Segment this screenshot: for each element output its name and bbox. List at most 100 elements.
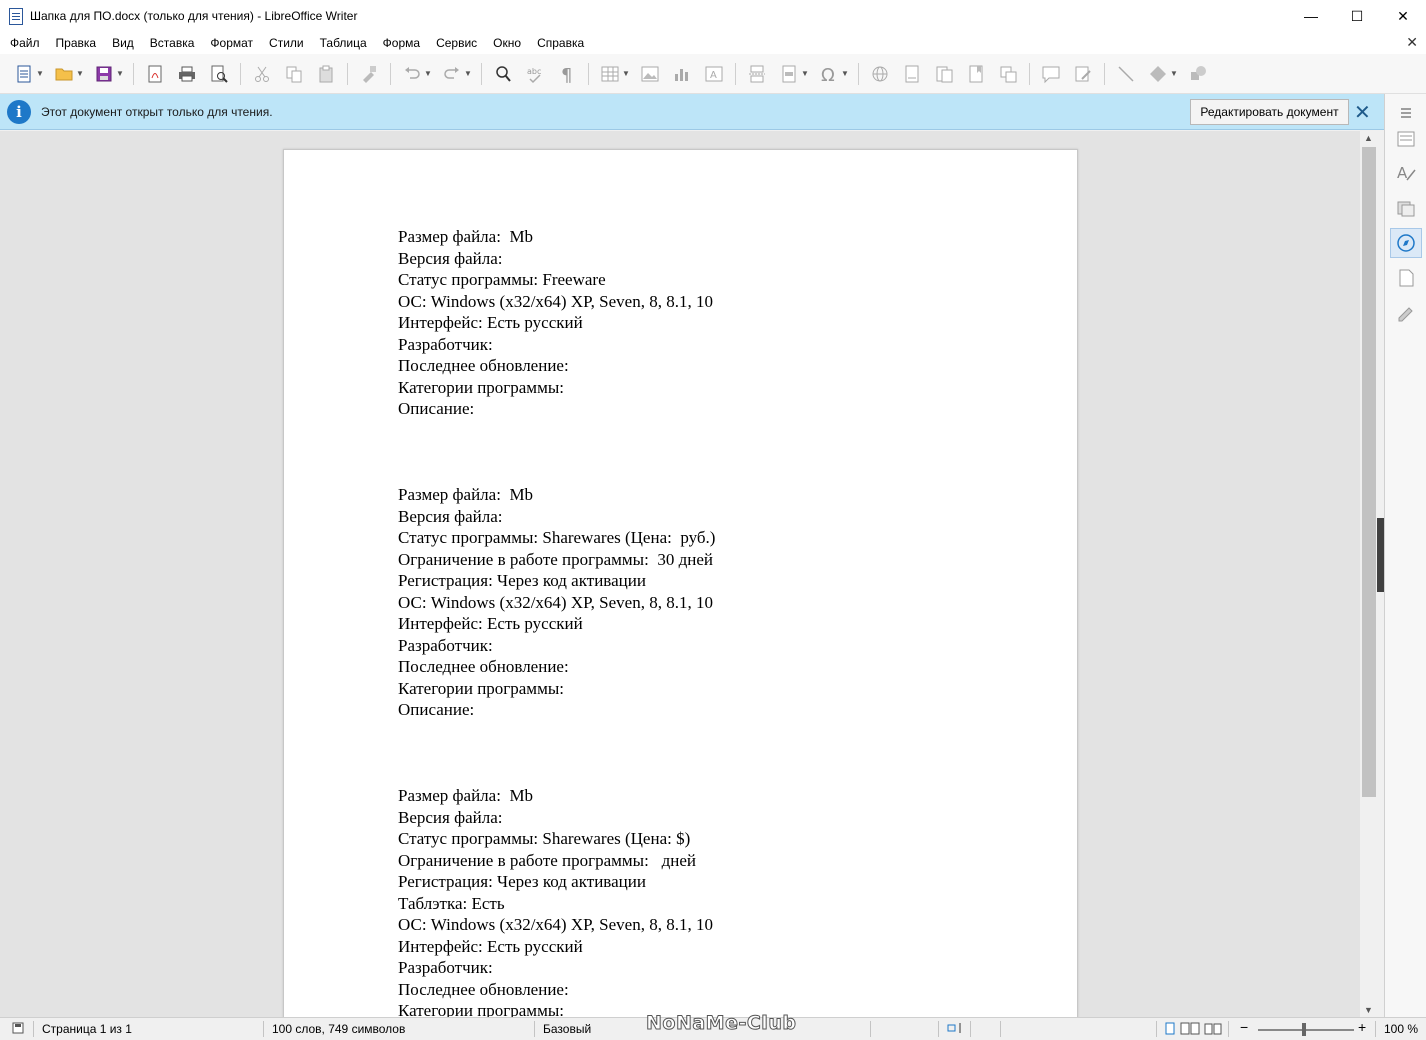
- draw-functions-icon[interactable]: [1186, 62, 1210, 86]
- document-line[interactable]: Регистрация: Через код активации: [398, 871, 715, 893]
- minimize-button[interactable]: —: [1288, 0, 1334, 32]
- document-line[interactable]: Категории программы:: [398, 377, 715, 399]
- export-pdf-icon[interactable]: [143, 62, 167, 86]
- document-line[interactable]: Описание:: [398, 398, 715, 420]
- copy-icon[interactable]: [282, 62, 306, 86]
- insert-field-icon[interactable]: [777, 62, 801, 86]
- menu-table[interactable]: Таблица: [312, 36, 375, 50]
- find-replace-icon[interactable]: [491, 62, 515, 86]
- styles-icon[interactable]: A: [1390, 158, 1422, 188]
- multi-page-view-icon[interactable]: [1180, 1022, 1200, 1038]
- spelling-icon[interactable]: abc: [523, 62, 547, 86]
- basic-shapes-icon[interactable]: [1146, 62, 1170, 86]
- insert-chart-icon[interactable]: [670, 62, 694, 86]
- document-line[interactable]: Интерфейс: Есть русский: [398, 936, 715, 958]
- page-icon[interactable]: [1390, 263, 1422, 293]
- insert-mode-icon[interactable]: [947, 1022, 965, 1037]
- cut-icon[interactable]: [250, 62, 274, 86]
- close-document-button[interactable]: ✕: [1406, 34, 1418, 51]
- single-page-view-icon[interactable]: [1164, 1022, 1176, 1038]
- vertical-scrollbar[interactable]: ▲ ▼: [1360, 131, 1378, 1017]
- menu-help[interactable]: Справка: [529, 36, 592, 50]
- document-line[interactable]: Категории программы:: [398, 678, 715, 700]
- menu-tools[interactable]: Сервис: [428, 36, 485, 50]
- insert-cross-reference-icon[interactable]: [996, 62, 1020, 86]
- insert-table-icon[interactable]: [598, 62, 622, 86]
- menu-form[interactable]: Форма: [375, 36, 428, 50]
- document-line[interactable]: Регистрация: Через код активации: [398, 570, 715, 592]
- chevron-down-icon[interactable]: ▼: [841, 69, 851, 78]
- document-line[interactable]: Последнее обновление:: [398, 979, 715, 1001]
- print-icon[interactable]: [175, 62, 199, 86]
- track-changes-icon[interactable]: [1071, 62, 1095, 86]
- document-line[interactable]: Версия файла:: [398, 807, 715, 829]
- document-line[interactable]: [398, 742, 715, 764]
- menu-edit[interactable]: Правка: [48, 36, 105, 50]
- chevron-down-icon[interactable]: ▼: [116, 69, 126, 78]
- insert-special-character-icon[interactable]: Ω: [817, 62, 841, 86]
- document-canvas[interactable]: Размер файла: Mb Версия файла: Статус прог…: [0, 131, 1360, 1017]
- gallery-icon[interactable]: [1390, 193, 1422, 223]
- menu-insert[interactable]: Вставка: [142, 36, 203, 50]
- insert-line-icon[interactable]: [1114, 62, 1138, 86]
- document-line[interactable]: Статус программы: Sharewares (Цена: руб.…: [398, 527, 715, 549]
- document-line[interactable]: ОС: Windows (x32/x64) XP, Seven, 8, 8.1,…: [398, 914, 715, 936]
- document-line[interactable]: [398, 721, 715, 743]
- document-modified-icon[interactable]: [12, 1022, 24, 1037]
- document-line[interactable]: Размер файла: Mb: [398, 785, 715, 807]
- manage-changes-icon[interactable]: [1390, 298, 1422, 328]
- document-line[interactable]: Ограничение в работе программы: дней: [398, 850, 715, 872]
- document-line[interactable]: Размер файла: Mb: [398, 484, 715, 506]
- edit-document-button[interactable]: Редактировать документ: [1190, 99, 1349, 125]
- document-text[interactable]: Размер файла: Mb Версия файла: Статус прог…: [398, 226, 715, 1017]
- chevron-down-icon[interactable]: ▼: [464, 69, 474, 78]
- document-line[interactable]: [398, 463, 715, 485]
- menu-view[interactable]: Вид: [104, 36, 142, 50]
- page-style-status[interactable]: Базовый: [543, 1022, 591, 1036]
- scrollbar-thumb[interactable]: [1362, 147, 1376, 797]
- insert-hyperlink-icon[interactable]: [868, 62, 892, 86]
- menu-window[interactable]: Окно: [485, 36, 529, 50]
- document-line[interactable]: Таблэтка: Есть: [398, 893, 715, 915]
- zoom-slider-handle[interactable]: [1302, 1023, 1306, 1036]
- document-line[interactable]: Размер файла: Mb: [398, 226, 715, 248]
- chevron-down-icon[interactable]: ▼: [76, 69, 86, 78]
- document-line[interactable]: ОС: Windows (x32/x64) XP, Seven, 8, 8.1,…: [398, 592, 715, 614]
- chevron-down-icon[interactable]: ▼: [801, 69, 811, 78]
- save-icon[interactable]: [92, 62, 116, 86]
- paste-icon[interactable]: [314, 62, 338, 86]
- word-count-status[interactable]: 100 слов, 749 символов: [272, 1022, 405, 1036]
- scroll-down-icon[interactable]: ▼: [1364, 1005, 1373, 1015]
- zoom-in-button[interactable]: +: [1358, 1019, 1366, 1035]
- zoom-level[interactable]: 100 %: [1384, 1022, 1418, 1036]
- page-number-status[interactable]: Страница 1 из 1: [42, 1022, 132, 1036]
- close-window-button[interactable]: ✕: [1380, 0, 1426, 32]
- document-line[interactable]: Последнее обновление:: [398, 656, 715, 678]
- document-line[interactable]: Описание:: [398, 699, 715, 721]
- document-line[interactable]: Статус программы: Freeware: [398, 269, 715, 291]
- insert-bookmark-icon[interactable]: [964, 62, 988, 86]
- infobar-close-icon[interactable]: ✕: [1354, 100, 1371, 125]
- document-line[interactable]: ОС: Windows (x32/x64) XP, Seven, 8, 8.1,…: [398, 291, 715, 313]
- document-line[interactable]: Разработчик:: [398, 635, 715, 657]
- maximize-button[interactable]: ☐: [1334, 0, 1380, 32]
- chevron-down-icon[interactable]: ▼: [622, 69, 632, 78]
- insert-image-icon[interactable]: [638, 62, 662, 86]
- new-document-icon[interactable]: [12, 62, 36, 86]
- redo-icon[interactable]: [440, 62, 464, 86]
- document-line[interactable]: Ограничение в работе программы: 30 дней: [398, 549, 715, 571]
- formatting-marks-icon[interactable]: ¶: [555, 62, 579, 86]
- insert-comment-icon[interactable]: [1039, 62, 1063, 86]
- document-line[interactable]: Разработчик:: [398, 957, 715, 979]
- sidebar-collapse-handle[interactable]: [1377, 518, 1384, 592]
- document-line[interactable]: [398, 764, 715, 786]
- document-line[interactable]: Интерфейс: Есть русский: [398, 613, 715, 635]
- properties-icon[interactable]: [1390, 124, 1422, 154]
- menu-file[interactable]: Файл: [2, 36, 48, 50]
- insert-textbox-icon[interactable]: A: [702, 62, 726, 86]
- clone-formatting-icon[interactable]: [357, 62, 381, 86]
- insert-footnote-icon[interactable]: [900, 62, 924, 86]
- chevron-down-icon[interactable]: ▼: [1170, 69, 1180, 78]
- insert-page-break-icon[interactable]: [745, 62, 769, 86]
- document-line[interactable]: Разработчик:: [398, 334, 715, 356]
